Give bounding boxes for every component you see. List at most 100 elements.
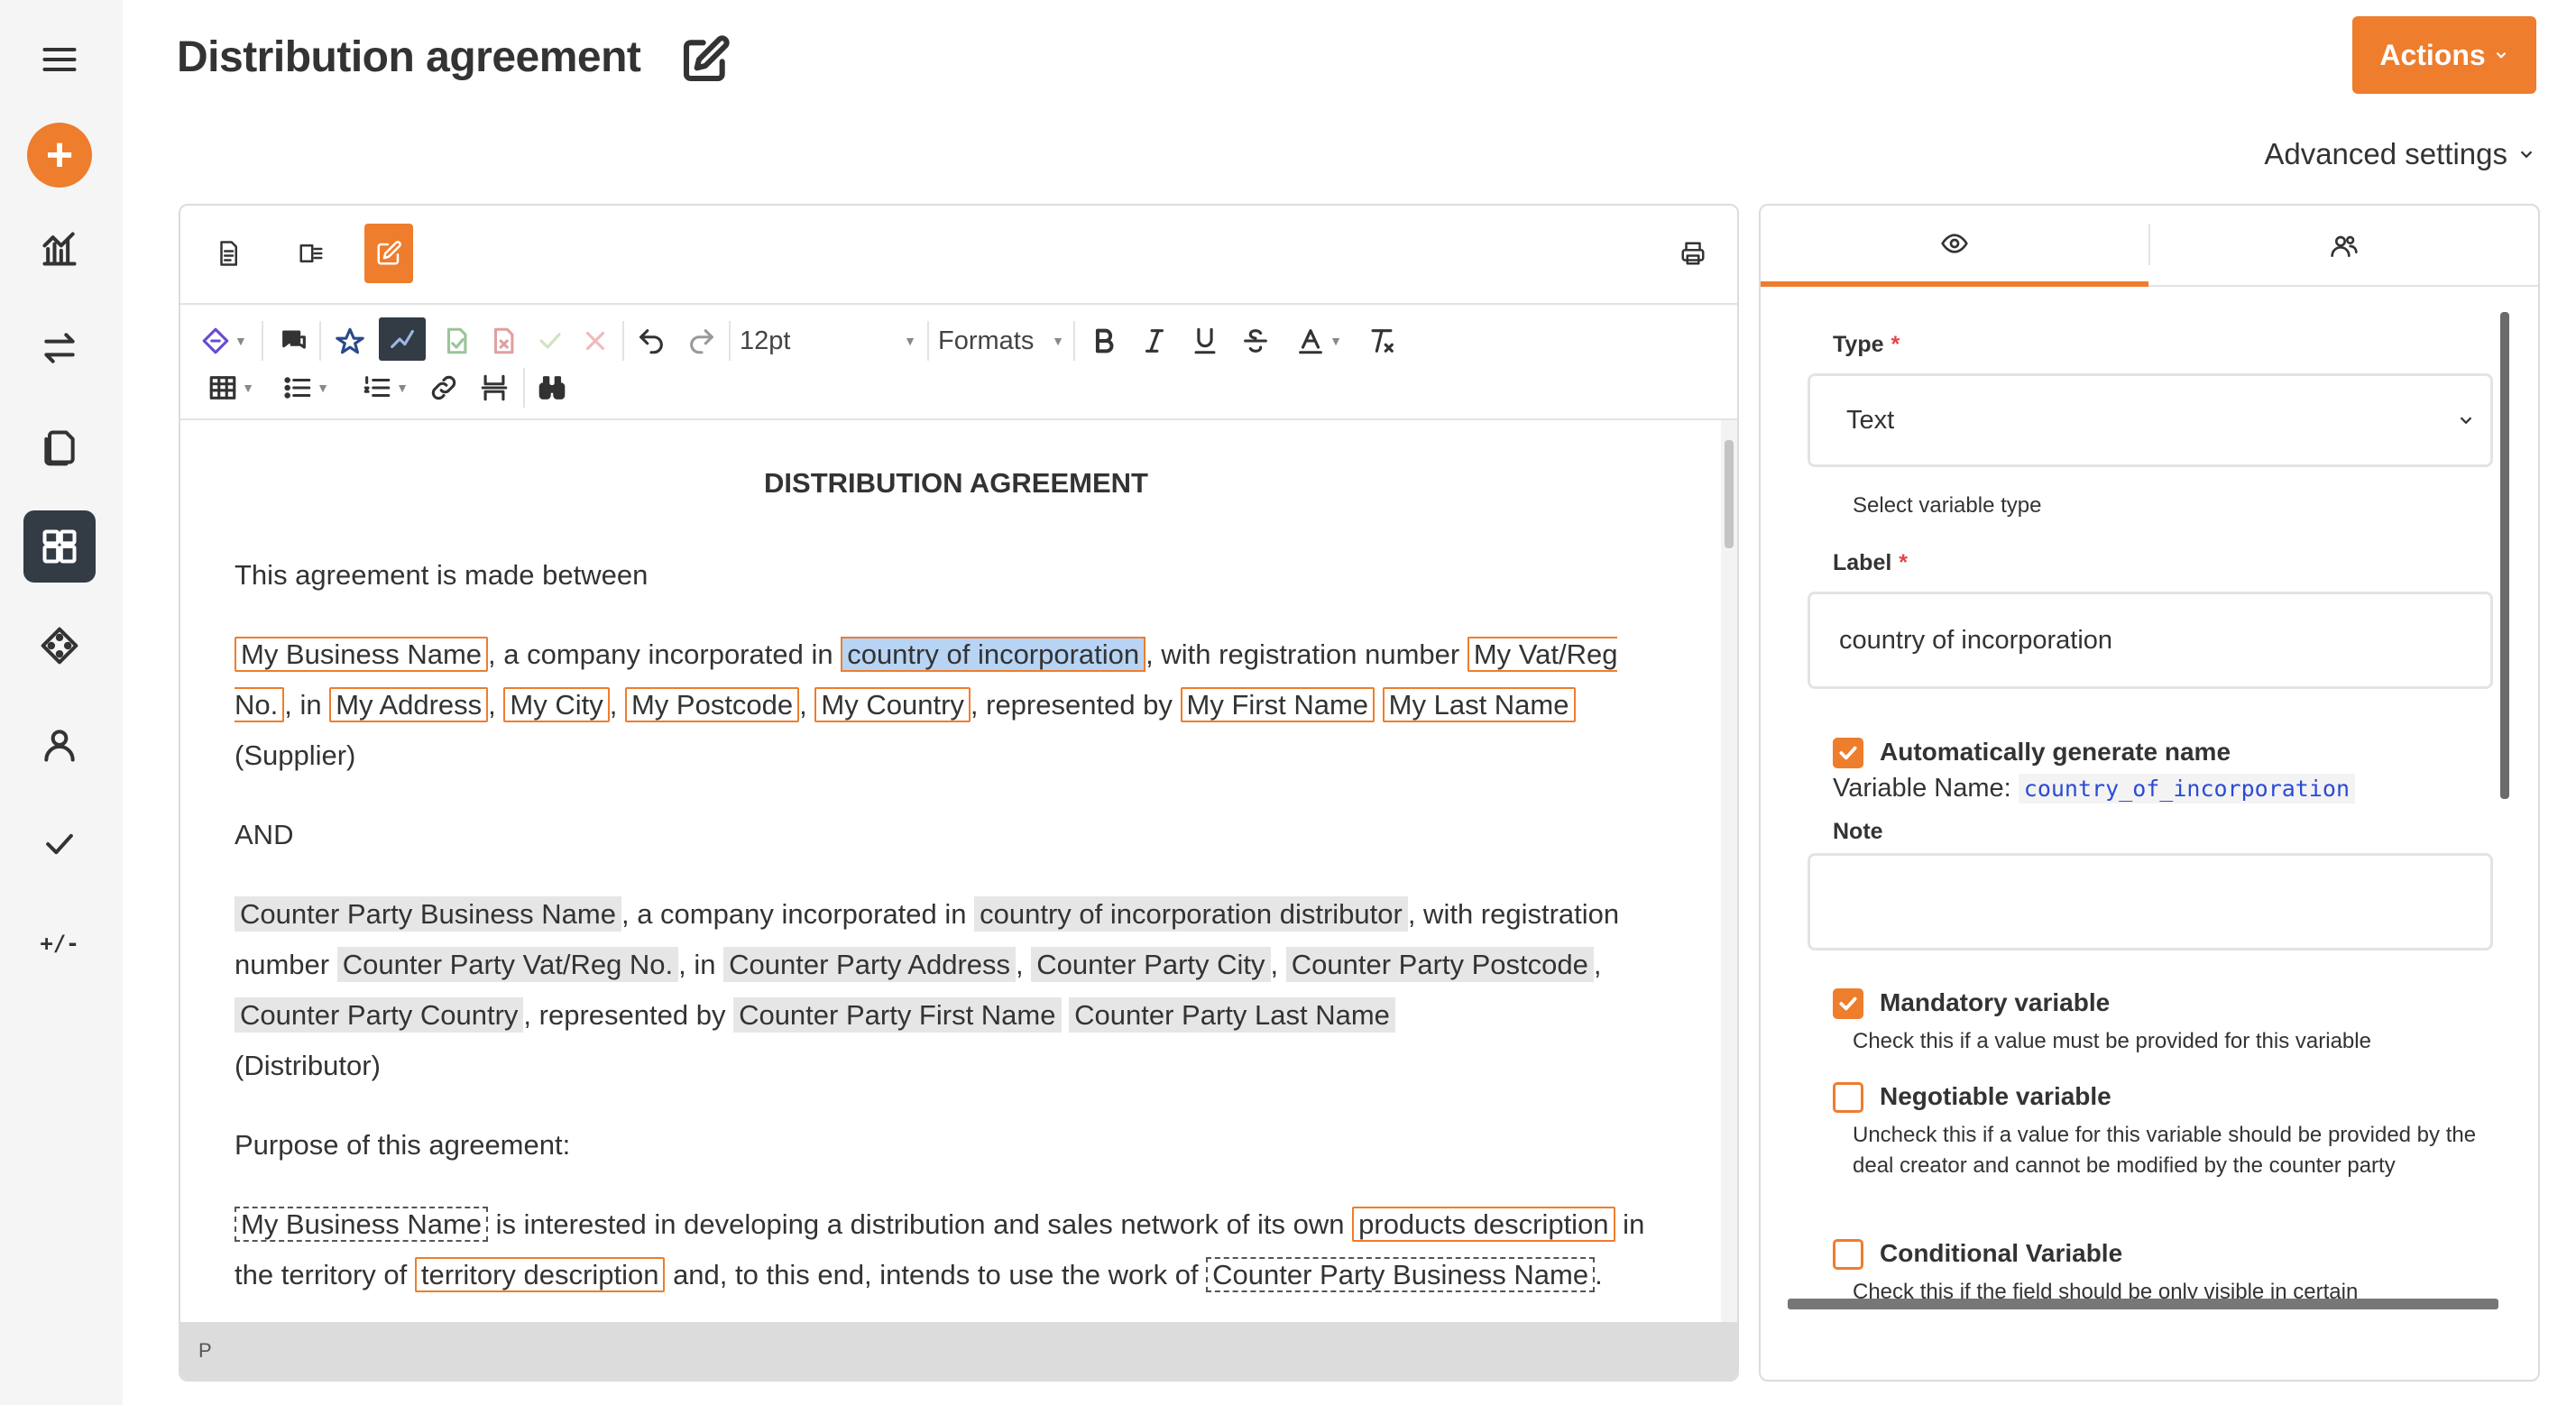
text-fragment: , a company incorporated in <box>488 638 842 670</box>
add-button[interactable]: + <box>27 123 92 188</box>
variable-counter-party-business-name[interactable]: Counter Party Business Name <box>235 896 621 932</box>
variable-my-business-name[interactable]: My Business Name <box>235 637 489 672</box>
clear-formatting-button[interactable] <box>1362 321 1402 361</box>
accept-all-button[interactable] <box>437 321 476 361</box>
properties-scrollbar-vertical[interactable] <box>2500 312 2509 799</box>
negotiable-label: Negotiable variable <box>1880 1082 2111 1110</box>
actions-button[interactable]: Actions <box>2352 16 2536 94</box>
element-path[interactable]: P <box>198 1339 212 1362</box>
tab-visibility[interactable] <box>1761 206 2148 287</box>
bullet-list-button[interactable]: ▼ <box>274 368 337 408</box>
insert-variable-button[interactable]: ▼ <box>200 321 247 361</box>
sidebar-item-templates[interactable] <box>23 510 96 583</box>
negotiable-checkbox[interactable] <box>1833 1082 1863 1113</box>
variable-counter-party-country[interactable]: Counter Party Country <box>235 997 524 1033</box>
variable-territory-description[interactable]: territory description <box>414 1257 666 1292</box>
sidebar-item-transfer[interactable] <box>23 312 96 384</box>
clear-formatting-icon <box>1371 329 1394 353</box>
accept-change-button[interactable] <box>532 321 568 361</box>
mandatory-checkbox[interactable] <box>1833 988 1863 1019</box>
edit-mode-button[interactable] <box>364 224 413 283</box>
comments-button[interactable] <box>274 321 314 361</box>
variable-my-first-name[interactable]: My First Name <box>1180 687 1375 722</box>
compare-view-button[interactable] <box>287 224 336 283</box>
document-scrollbar-thumb[interactable] <box>1725 440 1734 548</box>
show-changes-button[interactable] <box>379 317 426 361</box>
variable-my-country[interactable]: My Country <box>814 687 971 722</box>
tab-parties[interactable] <box>2150 206 2538 287</box>
note-input[interactable] <box>1808 853 2493 950</box>
editor-toolbar: ▼ 12pt ▼ Formats ▼ ▼ ▼ ▼ ▼ <box>180 305 1737 420</box>
print-button[interactable] <box>1669 224 1717 283</box>
required-asterisk: * <box>1899 550 1909 575</box>
find-replace-button[interactable] <box>532 368 572 408</box>
sidebar-item-compare[interactable]: +/- <box>23 907 96 979</box>
track-changes-button[interactable] <box>330 321 370 361</box>
note-label: Note <box>1833 819 1883 844</box>
numbered-list-button[interactable]: ▼ <box>354 368 417 408</box>
advanced-settings-toggle[interactable]: Advanced settings <box>2264 137 2536 171</box>
text-fragment: , <box>799 689 815 721</box>
link-button[interactable] <box>424 368 464 408</box>
text-fragment: , <box>609 689 625 721</box>
strikethrough-button[interactable] <box>1236 321 1275 361</box>
page-break-icon <box>481 374 508 401</box>
italic-button[interactable] <box>1135 321 1174 361</box>
reject-all-button[interactable] <box>483 321 523 361</box>
text-fragment: , in <box>678 949 724 980</box>
variable-my-city[interactable]: My City <box>503 687 610 722</box>
variable-products-description[interactable]: products description <box>1352 1207 1615 1242</box>
text-fragment: . <box>1595 1259 1603 1290</box>
variable-counter-party-postcode[interactable]: Counter Party Postcode <box>1285 947 1594 982</box>
variable-counter-party-first-name[interactable]: Counter Party First Name <box>733 997 1062 1033</box>
bold-button[interactable] <box>1084 321 1124 361</box>
label-input[interactable]: country of incorporation <box>1808 592 2493 689</box>
intro-paragraph: This agreement is made between <box>235 559 649 591</box>
edit-title-button[interactable] <box>680 34 731 85</box>
properties-scrollbar-horizontal[interactable] <box>1788 1299 2498 1309</box>
sidebar-item-user[interactable] <box>23 709 96 781</box>
redo-icon <box>690 329 713 354</box>
sidebar-item-documents[interactable] <box>23 411 96 483</box>
variable-my-business-name[interactable]: My Business Name <box>235 1207 489 1242</box>
toolbar-separator <box>927 321 929 361</box>
type-select[interactable]: Text <box>1808 373 2493 467</box>
variable-counter-party-city[interactable]: Counter Party City <box>1031 947 1271 982</box>
conditional-checkbox[interactable] <box>1833 1239 1863 1270</box>
toolbar-separator <box>1073 321 1075 361</box>
plus-minus-icon: +/- <box>40 931 79 956</box>
check-icon <box>46 833 73 855</box>
text-color-button[interactable]: ▼ <box>1286 321 1351 361</box>
auto-generate-name-checkbox[interactable] <box>1833 738 1863 768</box>
dropdown-caret-icon: ▼ <box>317 381 329 395</box>
label-label-text: Label <box>1833 550 1892 575</box>
sidebar-item-analytics[interactable] <box>23 213 96 285</box>
reject-change-button[interactable] <box>577 321 613 361</box>
undo-button[interactable] <box>631 321 671 361</box>
variable-my-last-name[interactable]: My Last Name <box>1382 687 1576 722</box>
and-paragraph: AND <box>235 819 294 850</box>
underline-button[interactable] <box>1185 321 1225 361</box>
reject-icon <box>585 331 605 351</box>
sidebar-item-approvals[interactable] <box>23 808 96 880</box>
variable-my-address[interactable]: My Address <box>329 687 489 722</box>
chevron-down-icon <box>2520 151 2533 159</box>
view-document-button[interactable] <box>204 224 253 283</box>
document-scrollbar[interactable] <box>1721 420 1737 1326</box>
formats-select[interactable]: Formats ▼ <box>938 321 1064 361</box>
menu-button[interactable] <box>23 23 96 96</box>
page-break-button[interactable] <box>474 368 514 408</box>
variable-my-postcode[interactable]: My Postcode <box>624 687 800 722</box>
variable-counter-party-address[interactable]: Counter Party Address <box>723 947 1017 982</box>
sidebar-item-variables[interactable] <box>23 610 96 682</box>
variable-counter-party-last-name[interactable]: Counter Party Last Name <box>1069 997 1395 1033</box>
redo-button[interactable] <box>682 321 722 361</box>
variable-country-of-incorporation-distributor[interactable]: country of incorporation distributor <box>974 896 1408 932</box>
variable-counter-party-business-name[interactable]: Counter Party Business Name <box>1206 1257 1596 1292</box>
table-button[interactable]: ▼ <box>200 368 262 408</box>
font-size-select[interactable]: 12pt ▼ <box>740 321 916 361</box>
variable-counter-party-vat-reg-no[interactable]: Counter Party Vat/Reg No. <box>336 947 679 982</box>
variable-country-of-incorporation[interactable]: country of incorporation <box>841 637 1146 672</box>
document-content[interactable]: DISTRIBUTION AGREEMENT This agreement is… <box>180 420 1732 1326</box>
negotiable-help: Uncheck this if a value for this variabl… <box>1853 1123 2477 1178</box>
